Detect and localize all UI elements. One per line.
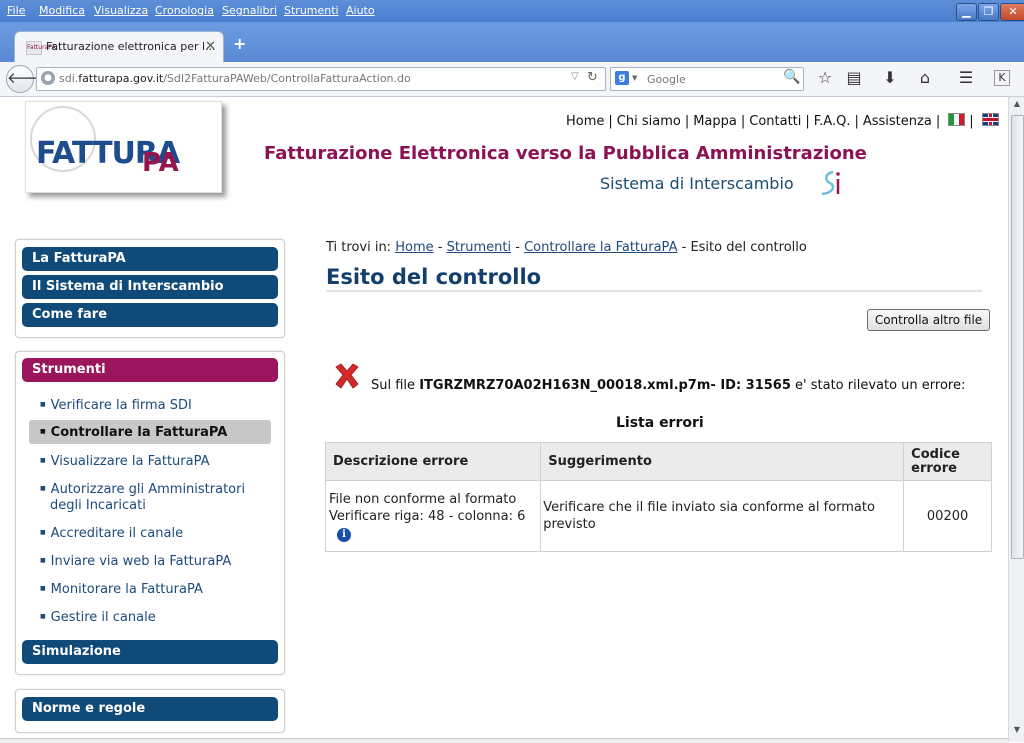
sidebar-link-autorizzare-amministratori[interactable]: Autorizzare gli Amministratori [40,482,245,497]
bookmarks-list-icon[interactable]: ▤ [843,68,865,88]
sidebar-link-inviare-web[interactable]: Inviare via web la FatturaPA [40,554,232,569]
link-contatti[interactable]: Contatti [749,114,801,129]
sidebar-link-visualizzare-fatturapa[interactable]: Visualizzare la FatturaPA [40,454,210,469]
logo-pa-text: PA [142,148,179,178]
error-x-icon [333,363,361,389]
breadcrumb-prefix: Ti trovi in: [326,240,392,255]
menu-visualizza[interactable]: Visualizza [94,4,148,17]
lista-errori-title: Lista errori [616,415,704,431]
link-assistenza[interactable]: Assistenza [863,114,932,129]
browser-tab[interactable]: FatturaPA Fatturazione elettronica per l… [14,31,224,63]
breadcrumb-strumenti[interactable]: Strumenti [447,240,512,255]
download-icon[interactable]: ⬇ [879,68,901,88]
sidebar-link-controllare-fatturapa[interactable]: Controllare la FatturaPA [29,420,271,444]
menu-strumenti[interactable]: Strumenti [284,4,339,17]
google-icon[interactable]: g [615,71,629,85]
sidebar-item-la-fatturapa[interactable]: La FatturaPA [22,247,278,271]
home-icon[interactable]: ⌂ [914,68,936,88]
vertical-scrollbar[interactable]: ▲ ▼ [1008,97,1024,742]
tab-close-icon[interactable]: ✕ [205,39,216,54]
error-prefix: Sul file [371,378,416,393]
browser-menubar: File Modifica Visualizza Cronologia Segn… [0,0,1024,22]
menu-file[interactable]: File [7,4,25,17]
extension-k-icon[interactable]: K [994,70,1010,86]
fatturapa-logo[interactable]: FATTURA PA [25,101,222,193]
table-header-row: Descrizione errore Suggerimento Codice e… [324,442,992,481]
favicon-icon: FatturaPA [26,41,56,55]
tab-title: Fatturazione elettronica per l... [46,40,216,53]
info-icon[interactable]: i [337,527,351,542]
header-codice: Codice errore [903,442,992,481]
sidebar-link-verificare-firma[interactable]: Verificare la firma SDI [40,398,192,413]
bookmark-star-icon[interactable]: ☆ [814,68,836,88]
scroll-down-icon[interactable]: ▼ [1011,725,1023,737]
errors-table: Descrizione errore Suggerimento Codice e… [324,442,992,552]
top-navigation: Home | Chi siamo | Mappa | Contatti | F.A.Q. | Ass… [566,113,999,129]
controlla-altro-file-button[interactable]: Controlla altro file [867,309,990,331]
reload-icon[interactable]: ↻ [587,70,598,85]
restore-icon[interactable]: ❐ [978,3,999,21]
italian-flag-icon[interactable] [948,113,966,126]
page-viewport: FATTURA PA Home | Chi siamo | Mappa | Contatti… [0,97,1008,742]
url-text: sdi.fatturapa.gov.it/SdI2FatturaPAWeb/Co… [59,72,411,85]
search-magnifier-icon[interactable]: 🔍 [783,69,800,85]
cell-suggerimento: Verificare che il file inviato sia confo… [540,480,905,552]
search-bar[interactable]: g ▼ Google 🔍 [610,67,804,91]
sidebar-link-accreditare-canale[interactable]: Accreditare il canale [40,526,183,541]
minimize-icon[interactable]: ▁ [956,3,977,21]
link-faq[interactable]: F.A.Q. [814,114,851,129]
link-chi-siamo[interactable]: Chi siamo [617,114,681,129]
breadcrumb: Ti trovi in: Home - Strumenti - Controll… [326,240,807,255]
sidebar-item-strumenti[interactable]: Strumenti [22,358,278,382]
sidebar-item-come-fare[interactable]: Come fare [22,303,278,327]
menu-segnalibri[interactable]: Segnalibri [222,4,277,17]
table-row: File non conforme al formato Verificare … [324,480,992,552]
breadcrumb-controllare[interactable]: Controllare la FatturaPA [524,240,677,255]
search-input[interactable]: Google [647,73,686,86]
site-title: Fatturazione Elettronica verso la Pubbli… [264,143,867,164]
menu-aiuto[interactable]: Aiuto [346,4,375,17]
english-flag-icon[interactable] [981,113,999,126]
sidebar-item-simulazione[interactable]: Simulazione [22,640,278,664]
menu-cronologia[interactable]: Cronologia [155,4,214,17]
header-suggerimento: Suggerimento [540,442,905,481]
sidebar-panel-main: La FatturaPA Il Sistema di Interscambio … [15,239,285,338]
back-button[interactable]: 🡐 [6,65,47,93]
breadcrumb-current: Esito del controllo [690,240,807,255]
breadcrumb-home[interactable]: Home [395,240,433,255]
link-mappa[interactable]: Mappa [693,114,737,129]
sidebar-link-monitorare-fatturapa[interactable]: Monitorare la FatturaPA [40,582,203,597]
scroll-up-icon[interactable]: ▲ [1011,99,1023,111]
close-window-icon[interactable]: ✕ [1000,3,1024,21]
navigation-toolbar: 🡐 ● sdi.fatturapa.gov.it/SdI2FatturaPAWe… [0,62,1024,97]
header-descrizione: Descrizione errore [324,442,542,481]
error-message: Sul file ITGRZMRZ70A02H163N_00018.xml.p7… [371,378,965,393]
sdi-logo-icon [816,169,844,203]
hamburger-menu-icon[interactable]: ☰ [955,68,977,88]
sidebar-panel-strumenti: Strumenti Verificare la firma SDI Contro… [15,351,285,675]
url-dropdown-icon[interactable]: ▽ [571,71,579,82]
link-home[interactable]: Home [566,114,604,129]
error-file-name: ITGRZMRZ70A02H163N_00018.xml.p7m- ID: 31… [419,378,791,393]
heading-divider [326,290,982,292]
sidebar-item-norme-regole[interactable]: Norme e regole [22,697,278,721]
menu-modifica[interactable]: Modifica [39,4,85,17]
sidebar-panel-norme: Norme e regole [15,689,285,733]
cell-descrizione: File non conforme al formato Verificare … [324,480,542,552]
cell-codice: 00200 [903,480,992,552]
sidebar-item-sistema-interscambio[interactable]: Il Sistema di Interscambio [22,275,278,299]
url-bar[interactable]: ● sdi.fatturapa.gov.it/SdI2FatturaPAWeb/… [36,67,606,91]
error-suffix: e' stato rilevato un errore: [795,378,966,393]
scrollbar-thumb[interactable] [1011,115,1024,559]
new-tab-icon[interactable]: + [233,34,246,53]
site-subtitle: Sistema di Interscambio [600,174,794,193]
sidebar-link-gestire-canale[interactable]: Gestire il canale [40,610,156,625]
page-title: Esito del controllo [326,265,542,289]
globe-icon: ● [41,71,55,85]
status-strip [0,738,1008,743]
descrizione-text: File non conforme al formato Verificare … [329,491,526,524]
search-engine-dropdown-icon[interactable]: ▼ [632,74,637,82]
sidebar-link-autorizzare-line2[interactable]: degli Incaricati [50,498,146,513]
